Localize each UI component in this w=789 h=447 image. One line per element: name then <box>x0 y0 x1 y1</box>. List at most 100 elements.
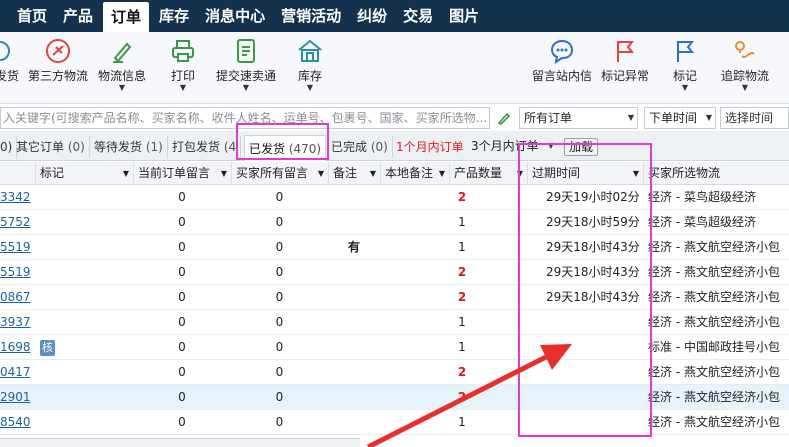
table-row[interactable]: 5519 0 0 有 1 29天18小时43分 经济 - 燕文航空经济小包 <box>0 235 789 260</box>
order-filter-select[interactable]: 所有订单 ▼ <box>519 107 638 129</box>
table-row[interactable]: 8540 0 0 1 经济 - 燕文航空经济小包 <box>0 410 789 435</box>
order-id-link[interactable]: 5519 <box>0 260 34 285</box>
highlight-shipped-tab <box>236 123 329 160</box>
order-id-link[interactable]: 5519 <box>0 235 34 260</box>
header-local-note[interactable]: 本地备注 ▼ <box>381 162 450 185</box>
third-party-logistics-button[interactable]: 第三方物流 <box>28 38 88 84</box>
ship-icon <box>0 41 10 61</box>
pencil-icon <box>113 42 132 63</box>
table-row[interactable]: 5519 0 0 2 29天18小时43分 经济 - 燕文航空经济小包 <box>0 260 789 285</box>
chat-bubble-icon <box>550 39 574 64</box>
nav-tab-products[interactable]: 产品 <box>55 0 101 32</box>
mark-button[interactable]: 标记 ▼ <box>672 38 698 92</box>
header-note[interactable]: 备注 ▼ <box>329 162 381 185</box>
order-id-link[interactable]: 2901 <box>0 385 34 410</box>
table-row[interactable]: 2901 0 0 2 经济 - 燕文航空经济小包 <box>0 385 789 410</box>
buyer-message-count: 0 <box>275 365 284 379</box>
table-row[interactable]: 5752 0 0 1 29天18小时59分 经济 - 菜鸟超级经济 <box>0 210 789 235</box>
chevron-down-icon: ▼ <box>118 83 126 92</box>
table-row[interactable]: 0867 0 0 2 29天18小时43分 经济 - 燕文航空经济小包 <box>0 285 789 310</box>
tab-completed[interactable]: 已完成 (0) <box>327 136 393 158</box>
logistics-info-button[interactable]: 物流信息 ▼ <box>98 38 146 92</box>
mark-exception-button[interactable]: 标记异常 <box>601 38 649 84</box>
time-filter-select[interactable]: 下单时间 ▼ <box>644 107 716 129</box>
quantity-cell: 2 <box>457 365 467 379</box>
tab-awaiting-shipment[interactable]: 等待发货 (1) <box>90 136 168 158</box>
toolbar: 发货 第三方物流 物流信息 ▼ 打印 ▼ 提交速卖通 ▼ 库存 ▼ 留言站内信 … <box>0 32 789 104</box>
order-id-link[interactable]: 0417 <box>0 360 34 385</box>
buyer-message-count: 0 <box>275 240 284 254</box>
order-id-link[interactable]: 0867 <box>0 285 34 310</box>
tab-other-orders[interactable]: 其它订单 (0) <box>12 136 90 158</box>
time-filter-value: 下单时间 <box>649 111 698 125</box>
track-logistics-button[interactable]: 追踪物流 ▼ <box>721 38 769 92</box>
note-cell <box>329 185 379 210</box>
table-row[interactable]: 3342 0 0 2 29天19小时02分 经济 - 菜鸟超级经济 <box>0 185 789 210</box>
message-button[interactable]: 留言站内信 <box>532 38 592 84</box>
order-id-link[interactable]: 3937 <box>0 310 34 335</box>
current-message-count: 0 <box>178 290 186 304</box>
chevron-down-icon[interactable]: ▼ <box>221 162 227 185</box>
header-buyer-messages[interactable]: 买家所有留言 ▼ <box>232 162 329 185</box>
tab-packed-shipment[interactable]: 打包发货 (4 <box>168 136 242 158</box>
header-mark[interactable]: 标记 ▼ <box>36 162 134 185</box>
verify-badge[interactable]: 核 <box>40 339 55 356</box>
nav-tab-images[interactable]: 图片 <box>441 0 487 32</box>
table-row[interactable]: 0417 0 0 2 经济 - 燕文航空经济小包 <box>0 360 789 385</box>
print-button[interactable]: 打印 ▼ <box>170 38 196 92</box>
edit-pencil-icon[interactable] <box>496 110 512 126</box>
chevron-down-icon[interactable]: ▼ <box>318 162 324 185</box>
chevron-down-icon: ▼ <box>705 113 712 122</box>
submit-aliexpress-button[interactable]: 提交速卖通 ▼ <box>216 38 276 92</box>
nav-tab-inventory[interactable]: 库存 <box>151 0 197 32</box>
nav-tab-messages[interactable]: 消息中心 <box>197 0 273 32</box>
buyer-message-count: 0 <box>275 190 284 204</box>
header-buyer-logistics[interactable]: 买家所选物流 <box>644 162 789 185</box>
note-cell <box>329 335 379 360</box>
time-range-input[interactable]: 选择时间 <box>720 107 789 129</box>
note-cell <box>329 410 379 435</box>
note-cell <box>329 360 379 385</box>
submit-aliexpress-label: 提交速卖通 <box>216 69 277 83</box>
order-id-link[interactable]: 5752 <box>0 210 34 235</box>
nav-tab-disputes[interactable]: 纠纷 <box>349 0 395 32</box>
tab-count: (0) <box>67 140 85 154</box>
search-row: 所有订单 ▼ 下单时间 ▼ 选择时间 <box>0 106 789 130</box>
nav-tab-orders[interactable]: 订单 <box>103 2 150 32</box>
header-label: 本地备注 <box>385 166 434 180</box>
header-label: 产品数量 <box>454 166 503 180</box>
nav-tab-home[interactable]: 首页 <box>0 0 55 32</box>
inventory-button[interactable]: 库存 ▼ <box>297 38 323 92</box>
order-filter-value: 所有订单 <box>524 111 573 125</box>
mark-label: 标记 <box>672 69 697 83</box>
current-message-count: 0 <box>178 340 186 354</box>
logistics-cell: 标准 - 中国邮政挂号小包 <box>648 340 780 354</box>
order-id-link[interactable]: 8540 <box>0 410 34 435</box>
red-flag-icon <box>617 41 635 62</box>
header-current-message[interactable]: 当前订单留言 ▼ <box>134 162 232 185</box>
nav-tab-transactions[interactable]: 交易 <box>395 0 441 32</box>
quantity-cell: 1 <box>458 240 466 254</box>
logistics-cell: 经济 - 燕文航空经济小包 <box>648 390 780 404</box>
tab-partial-label: 0) <box>0 140 13 154</box>
logistics-cell: 经济 - 菜鸟超级经济 <box>648 190 756 204</box>
nav-tab-marketing[interactable]: 营销活动 <box>273 0 349 32</box>
chevron-down-icon[interactable]: ▼ <box>123 162 129 185</box>
quantity-cell: 2 <box>457 390 467 404</box>
table-row[interactable]: 1698 核 0 0 1 标准 - 中国邮政挂号小包 <box>0 335 789 360</box>
note-cell <box>329 310 379 335</box>
inventory-label: 库存 <box>297 69 322 83</box>
header-quantity[interactable]: 产品数量 ▼ <box>450 162 528 185</box>
chevron-down-icon[interactable]: ▼ <box>370 162 376 185</box>
table-row[interactable]: 3937 0 0 1 经济 - 燕文航空经济小包 <box>0 310 789 335</box>
chevron-down-icon: ▼ <box>741 83 749 92</box>
mark-exception-label: 标记异常 <box>601 69 650 83</box>
note-cell: 有 <box>347 240 360 254</box>
order-id-link[interactable]: 1698 <box>0 335 34 360</box>
ship-button[interactable]: 发货 <box>0 38 20 84</box>
chevron-down-icon: ▼ <box>306 83 314 92</box>
one-month-orders-link[interactable]: 1个月内订单 <box>396 136 464 158</box>
chevron-down-icon[interactable]: ▼ <box>439 162 445 185</box>
chevron-down-icon: ▼ <box>242 83 250 92</box>
order-id-link[interactable]: 3342 <box>0 185 34 210</box>
